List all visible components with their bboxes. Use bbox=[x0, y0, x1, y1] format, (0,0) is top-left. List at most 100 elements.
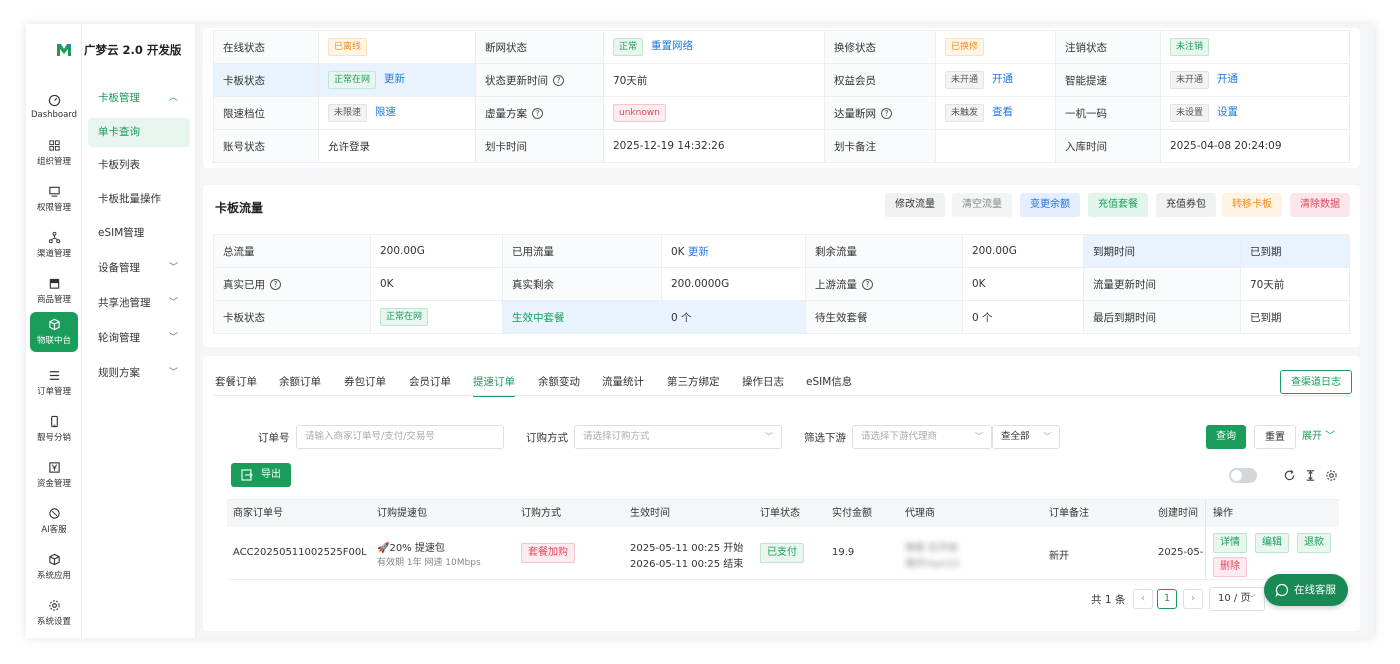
grid-icon bbox=[48, 140, 60, 151]
tab-boost-orders[interactable]: 提速订单 bbox=[473, 374, 515, 397]
online-service-button[interactable]: 在线客服 bbox=[1264, 574, 1348, 606]
rail-item-ai-service[interactable]: AI客服 bbox=[30, 500, 78, 542]
submenu-group-device[interactable]: 设备管理 ﹀ bbox=[88, 254, 190, 283]
reset-network-link[interactable]: 重置网络 bbox=[651, 40, 693, 52]
scope-select[interactable]: 查全部 ﹀ bbox=[992, 425, 1060, 449]
clear-flow-button[interactable]: 清空流量 bbox=[952, 193, 1012, 217]
flow-title: 卡板流量 bbox=[215, 201, 264, 215]
status-badge: 已离线 bbox=[328, 38, 368, 56]
rail-item-settings[interactable]: 系统设置 bbox=[30, 592, 78, 634]
edit-button[interactable]: 编辑 bbox=[1255, 533, 1289, 553]
status-badge: 套餐加购 bbox=[521, 543, 575, 563]
transfer-card-button[interactable]: 转移卡板 bbox=[1222, 193, 1282, 217]
rail-item-apps[interactable]: 系统应用 bbox=[30, 546, 78, 588]
list-icon bbox=[49, 371, 59, 380]
activate-boost-link[interactable]: 开通 bbox=[1217, 73, 1238, 85]
refresh-usage-link[interactable]: 更新 bbox=[688, 246, 709, 258]
rail-item-dashboard[interactable]: Dashboard bbox=[30, 86, 78, 128]
table-row: 限速档位 未限速 限速 虚量方案? unknown 达量断网? 未触发 查看 一机一… bbox=[213, 96, 1350, 130]
agent-select[interactable]: 请选择下游代理商 ﹀ bbox=[852, 425, 992, 449]
tab-third-party[interactable]: 第三方绑定 bbox=[667, 374, 720, 389]
status-badge: 未触发 bbox=[945, 104, 985, 122]
order-number-input[interactable]: 请输入商家订单号/支付/交易号 bbox=[296, 425, 504, 449]
network-icon bbox=[48, 231, 60, 244]
rail-item-channel[interactable]: 渠道管理 bbox=[30, 224, 78, 266]
channel-log-button[interactable]: 查渠道日志 bbox=[1280, 370, 1352, 394]
rail-item-product[interactable]: 商品管理 bbox=[30, 270, 78, 312]
prev-page-button[interactable]: ‹ bbox=[1133, 589, 1153, 609]
status-badge: unknown bbox=[613, 104, 666, 122]
submenu-item-single-query[interactable]: 单卡查询 bbox=[88, 118, 190, 147]
activate-member-link[interactable]: 开通 bbox=[992, 73, 1013, 85]
status-badge: 未限速 bbox=[328, 104, 368, 122]
submenu-group-polling[interactable]: 轮询管理 ﹀ bbox=[88, 324, 190, 353]
yen-icon bbox=[48, 462, 60, 473]
rail-item-iot[interactable]: 物联中台 bbox=[30, 312, 78, 352]
status-badge: 未开通 bbox=[1170, 71, 1210, 89]
rail-item-funds[interactable]: 资金管理 bbox=[30, 454, 78, 496]
settings-icon[interactable] bbox=[1325, 469, 1338, 482]
tab-balance-changes[interactable]: 余额变动 bbox=[538, 374, 580, 389]
toggle-switch[interactable] bbox=[1229, 468, 1257, 483]
rail-item-permission[interactable]: 权限管理 bbox=[30, 178, 78, 220]
rail-item-number[interactable]: 靓号分销 bbox=[30, 408, 78, 450]
submenu-item-card-list[interactable]: 卡板列表 bbox=[88, 151, 190, 180]
chevron-up-icon: ︿ bbox=[168, 93, 178, 103]
bot-icon bbox=[48, 508, 60, 519]
status-card: 在线状态 已离线 断网状态 正常 重置网络 换修状态 已换修 注销状态 未注销 卡… bbox=[203, 28, 1360, 168]
cube-icon bbox=[48, 318, 60, 331]
page-1-button[interactable]: 1 bbox=[1157, 589, 1177, 609]
monitor-icon bbox=[48, 186, 60, 197]
table-row[interactable]: ACC20250511002525F00L 🚀20% 提速包 有效期 1年 网速… bbox=[227, 527, 1339, 580]
tab-esim-info[interactable]: eSIM信息 bbox=[806, 374, 852, 389]
submenu-group-card[interactable]: 卡板管理 ︿ bbox=[88, 84, 190, 113]
tab-member-orders[interactable]: 会员订单 bbox=[409, 374, 451, 389]
pager-total: 共 1 条 bbox=[1091, 594, 1126, 606]
query-button[interactable]: 查询 bbox=[1206, 425, 1246, 449]
rail-item-org[interactable]: 组织管理 bbox=[30, 132, 78, 174]
refund-button[interactable]: 退款 bbox=[1297, 533, 1331, 553]
reset-button[interactable]: 重置 bbox=[1254, 425, 1296, 449]
clear-data-button[interactable]: 清除数据 bbox=[1290, 193, 1350, 217]
detail-button[interactable]: 详情 bbox=[1213, 533, 1247, 553]
status-table: 在线状态 已离线 断网状态 正常 重置网络 换修状态 已换修 注销状态 未注销 卡… bbox=[213, 30, 1350, 163]
next-page-button[interactable]: › bbox=[1183, 589, 1203, 609]
expand-button[interactable]: 展开 ﹀ bbox=[1292, 425, 1345, 449]
tab-balance-orders[interactable]: 余额订单 bbox=[279, 374, 321, 389]
flow-card: 卡板流量 修改流量 清空流量 变更余额 充值套餐 充值券包 转移卡板 清除数据 … bbox=[203, 185, 1360, 347]
box-icon bbox=[48, 553, 60, 566]
tab-package-orders[interactable]: 套餐订单 bbox=[215, 374, 257, 389]
status-badge: 已支付 bbox=[760, 543, 804, 563]
delete-button[interactable]: 删除 bbox=[1213, 557, 1247, 577]
column-height-icon[interactable] bbox=[1304, 469, 1317, 482]
page-size-select[interactable]: 10 / 页 ﹀ bbox=[1209, 587, 1265, 611]
order-method-select[interactable]: 请选择订购方式 ﹀ bbox=[574, 425, 782, 449]
recharge-coupon-button[interactable]: 充值券包 bbox=[1156, 193, 1216, 217]
tab-operation-log[interactable]: 操作日志 bbox=[742, 374, 784, 389]
tab-flow-stats[interactable]: 流量统计 bbox=[602, 374, 644, 389]
phone-icon bbox=[50, 415, 58, 428]
edit-flow-button[interactable]: 修改流量 bbox=[885, 193, 945, 217]
status-badge: 正常在网 bbox=[328, 71, 377, 89]
status-badge: 已换修 bbox=[945, 38, 985, 56]
submenu-group-rules[interactable]: 规则方案 ﹀ bbox=[88, 359, 190, 388]
tab-coupon-orders[interactable]: 券包订单 bbox=[344, 374, 386, 389]
gauge-icon bbox=[48, 94, 60, 107]
chevron-down-icon: ﹀ bbox=[1248, 594, 1256, 603]
recharge-package-button[interactable]: 充值套餐 bbox=[1088, 193, 1148, 217]
submenu-item-esim[interactable]: eSIM管理 bbox=[88, 219, 190, 248]
set-code-link[interactable]: 设置 bbox=[1217, 106, 1238, 118]
view-link[interactable]: 查看 bbox=[992, 106, 1013, 118]
limit-speed-link[interactable]: 限速 bbox=[375, 106, 396, 118]
help-icon: ? bbox=[270, 279, 281, 290]
rail-item-orders[interactable]: 订单管理 bbox=[30, 362, 78, 404]
refresh-icon[interactable] bbox=[1283, 469, 1296, 482]
export-icon bbox=[241, 469, 253, 481]
submenu-item-batch[interactable]: 卡板批量操作 bbox=[88, 185, 190, 214]
store-icon bbox=[49, 278, 59, 289]
help-icon: ? bbox=[862, 279, 873, 290]
update-link[interactable]: 更新 bbox=[384, 73, 405, 85]
change-balance-button[interactable]: 变更余额 bbox=[1020, 193, 1080, 217]
export-button[interactable]: 导出 bbox=[231, 463, 291, 487]
submenu-group-pool[interactable]: 共享池管理 ﹀ bbox=[88, 289, 190, 318]
